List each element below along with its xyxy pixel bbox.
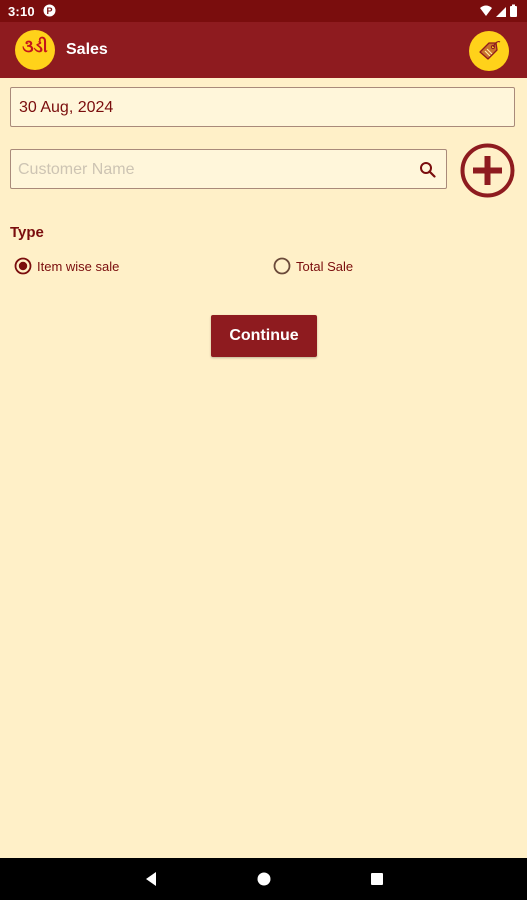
- app-logo-text: ૩ડી: [22, 37, 48, 57]
- date-field[interactable]: 30 Aug, 2024: [10, 87, 515, 127]
- radio-total-sale-label: Total Sale: [296, 259, 354, 274]
- svg-text:P: P: [46, 6, 52, 16]
- add-customer-button[interactable]: [460, 143, 515, 198]
- status-icons: [480, 4, 517, 17]
- tag-button[interactable]: [469, 31, 509, 71]
- radio-item-wise-sale-label: Item wise sale: [37, 259, 120, 274]
- back-icon[interactable]: [143, 871, 159, 887]
- customer-name-input[interactable]: [18, 159, 408, 181]
- radio-item-wise-sale[interactable]: Item wise sale: [14, 256, 164, 276]
- signal-icon: [496, 7, 506, 17]
- battery-icon: [510, 6, 517, 17]
- radio-unchecked-icon: [273, 257, 291, 275]
- type-label: Type: [10, 224, 44, 241]
- page-title: Sales: [66, 41, 108, 58]
- tag-icon: [479, 40, 501, 60]
- radio-checked-icon: [14, 257, 32, 275]
- date-value: 30 Aug, 2024: [19, 99, 114, 116]
- system-nav-bar: [0, 858, 527, 900]
- recents-icon[interactable]: [369, 871, 385, 887]
- app-logo: ૩ડી: [15, 30, 55, 70]
- home-icon[interactable]: [256, 871, 272, 887]
- search-icon[interactable]: [419, 161, 436, 178]
- status-time: 3:10: [8, 4, 35, 19]
- radio-total-sale[interactable]: Total Sale: [273, 256, 393, 276]
- wifi-icon: [480, 5, 492, 16]
- continue-button[interactable]: Continue: [211, 315, 317, 357]
- status-bar: 3:10 P: [0, 0, 527, 22]
- app-bar: ૩ડી Sales: [0, 22, 527, 78]
- customer-search-field[interactable]: [10, 149, 447, 189]
- notification-icon: P: [43, 4, 56, 17]
